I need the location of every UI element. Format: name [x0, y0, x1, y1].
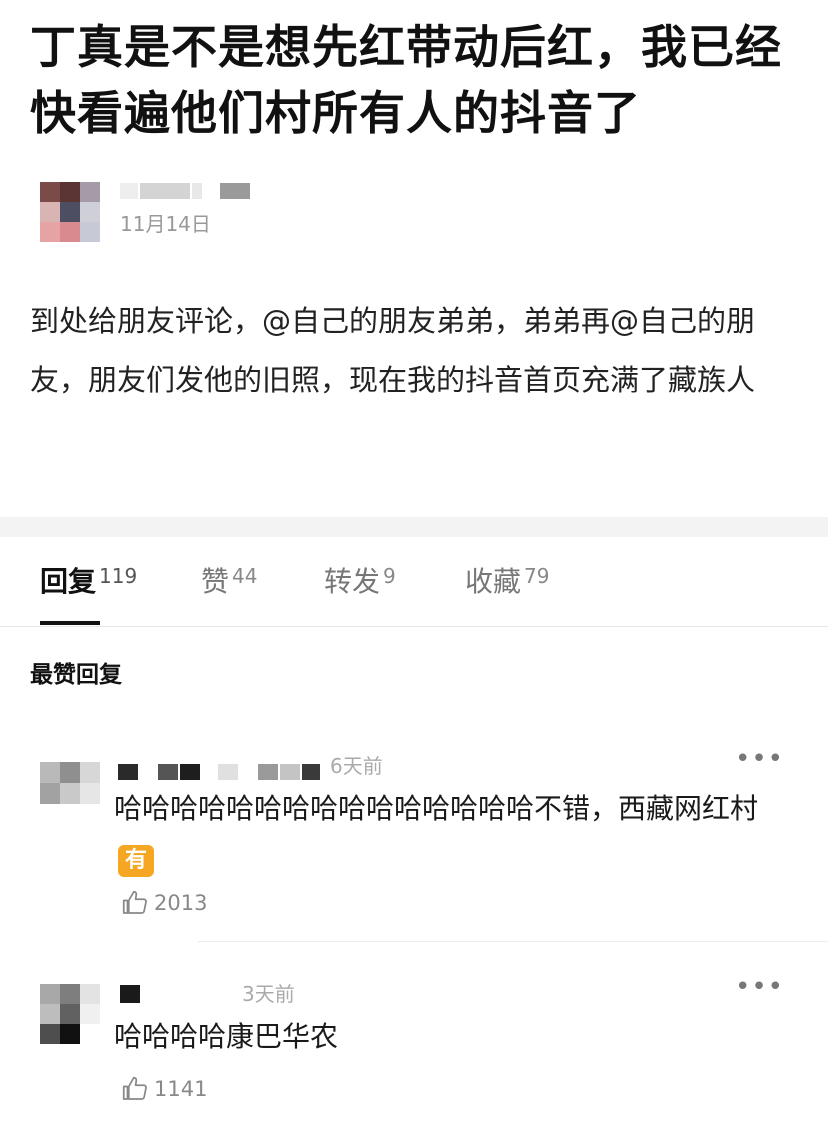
comment-body: 哈哈哈哈哈哈哈哈哈哈哈哈哈哈哈不错，西藏网红村: [114, 792, 759, 825]
tab-bar: 回复 119 赞 44 转发 9 收藏 79: [0, 537, 828, 627]
like-count: 1141: [154, 1077, 208, 1101]
comment-text: 哈哈哈哈哈哈哈哈哈哈哈哈哈哈哈不错，西藏网红村有: [114, 786, 794, 877]
thumbs-up-icon: [122, 1076, 147, 1100]
thumbs-up-icon: [122, 890, 147, 914]
section-title: 最赞回复: [30, 662, 122, 688]
comment-time: 6天前: [330, 754, 383, 778]
like-button[interactable]: 2013: [120, 888, 207, 918]
like-count: 2013: [154, 891, 208, 915]
more-dots-icon[interactable]: •••: [735, 972, 784, 1002]
commenter-avatar[interactable]: [40, 984, 100, 1044]
comment-item: 6天前 ••• 哈哈哈哈哈哈哈哈哈哈哈哈哈哈哈不错，西藏网红村有 2013: [0, 740, 828, 940]
post-title: 丁真是不是想先红带动后红，我已经快看遍他们村所有人的抖音了: [30, 20, 782, 140]
like-button[interactable]: 1141: [120, 1074, 207, 1104]
active-tab-indicator: [40, 621, 100, 625]
comment-text: 哈哈哈哈康巴华农: [114, 1020, 339, 1053]
comment-time: 3天前: [242, 982, 295, 1006]
badge-icon: 有: [118, 845, 154, 877]
tab-reposts[interactable]: 转发 9: [324, 565, 396, 605]
tab-label: 转发: [324, 565, 381, 598]
commenter-name[interactable]: [118, 764, 320, 780]
section-divider: [0, 517, 828, 537]
tab-label: 收藏: [465, 565, 522, 598]
author-avatar[interactable]: [40, 182, 102, 244]
tab-count: 9: [383, 564, 396, 588]
author-name[interactable]: [120, 183, 250, 199]
tab-count: 79: [524, 564, 550, 588]
tab-label: 赞: [201, 565, 230, 598]
tab-favorites[interactable]: 收藏 79: [465, 565, 549, 605]
tab-label: 回复: [40, 565, 97, 598]
tab-count: 44: [232, 564, 258, 588]
comment-item: 3天前 ••• 哈哈哈哈康巴华农 1141: [0, 970, 828, 1120]
tab-replies[interactable]: 回复 119: [40, 565, 137, 605]
post-date: 11月14日: [120, 212, 211, 236]
post-body: 到处给朋友评论，@自己的朋友弟弟，弟弟再@自己的朋友，朋友们发他的旧照，现在我的…: [30, 304, 756, 397]
commenter-name[interactable]: [120, 985, 140, 1003]
tab-count: 119: [99, 564, 138, 588]
commenter-avatar[interactable]: [40, 762, 100, 804]
more-dots-icon[interactable]: •••: [735, 744, 784, 774]
comment-divider: [198, 941, 828, 942]
tab-likes[interactable]: 赞 44: [201, 565, 257, 605]
